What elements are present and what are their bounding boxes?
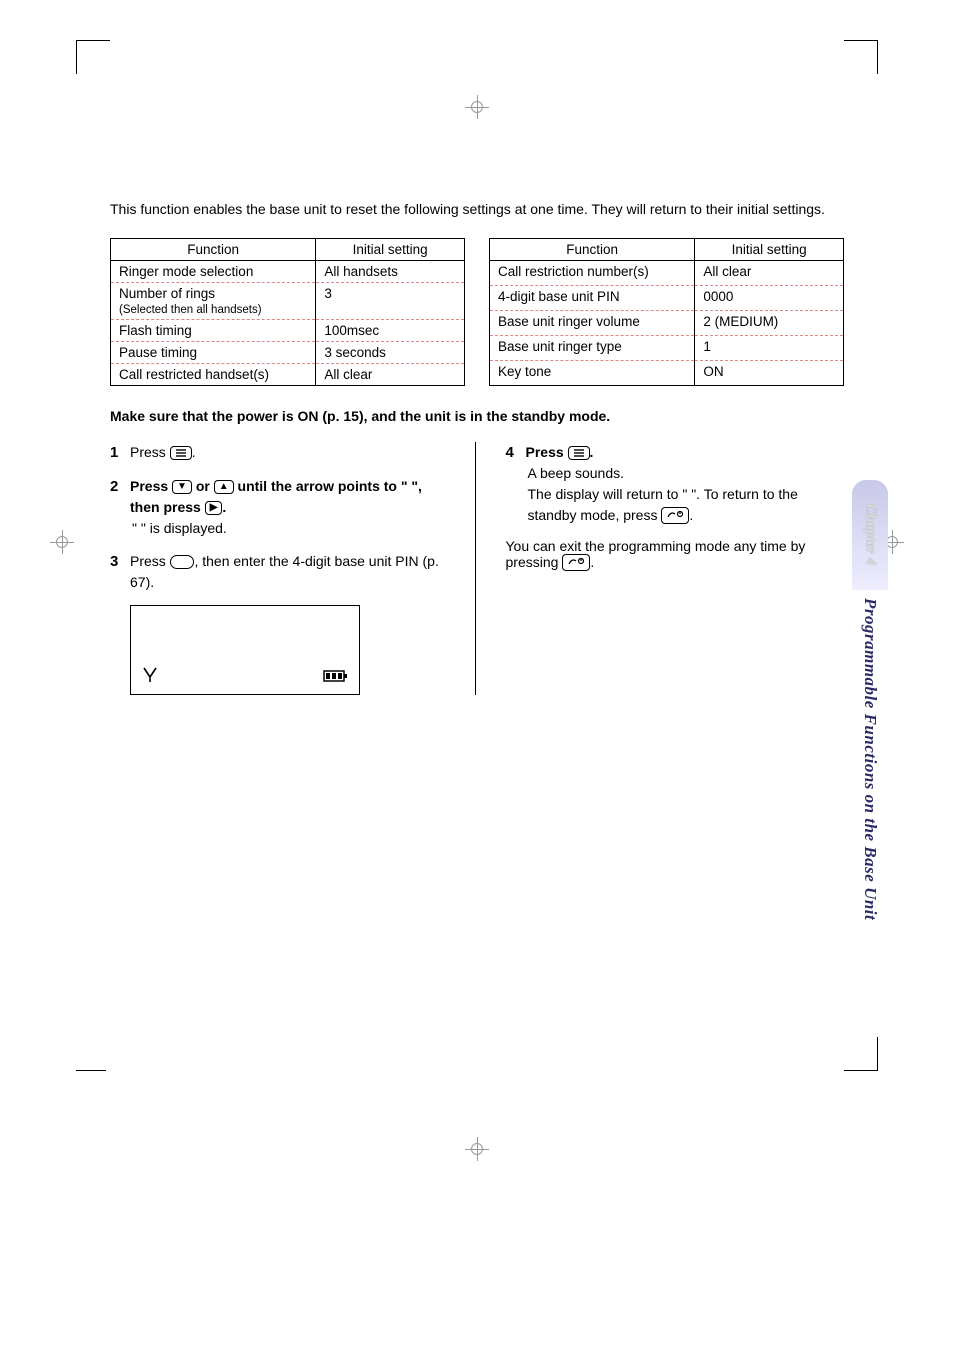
- step-text: Press .: [130, 442, 449, 465]
- table-header-function: Function: [111, 238, 316, 260]
- text: until the arrow points to ": [238, 478, 408, 494]
- settings-table-left: Function Initial setting Ringer mode sel…: [110, 238, 465, 386]
- table-row: Number of rings (Selected then all hands…: [111, 282, 465, 319]
- text: .: [590, 554, 594, 570]
- text: Press: [130, 553, 170, 569]
- battery-icon: [323, 669, 349, 686]
- table-cell: 100msec: [316, 319, 465, 341]
- text: or: [196, 478, 214, 494]
- step-text: Press ▼ or ▲ until the arrow points to "…: [130, 476, 449, 539]
- table-header-initial: Initial setting: [695, 238, 844, 260]
- table-cell: Key tone: [490, 360, 695, 385]
- registration-mark-bottom: [465, 1137, 489, 1161]
- table-cell-subtext: (Selected then all handsets): [119, 304, 262, 316]
- down-button-icon: ▼: [172, 480, 192, 494]
- text: .: [222, 499, 226, 515]
- exit-note: You can exit the programming mode any ti…: [506, 538, 845, 572]
- registration-mark-top: [465, 95, 489, 119]
- table-header-function: Function: [490, 238, 695, 260]
- up-button-icon: ▲: [214, 480, 234, 494]
- crop-mark-br: [844, 1037, 878, 1071]
- steps-column-right: 4 Press . A beep sounds. The display wil…: [506, 442, 845, 696]
- text: ": [132, 520, 137, 536]
- intro-paragraph: This function enables the base unit to r…: [110, 200, 844, 220]
- step-1: 1 Press .: [110, 442, 449, 465]
- step-number: 4: [506, 442, 526, 526]
- table-row: Ringer mode selection All handsets: [111, 260, 465, 282]
- menu-button-icon: [170, 446, 192, 460]
- table-cell: 2 (MEDIUM): [695, 310, 844, 335]
- table-cell: Ringer mode selection: [111, 260, 316, 282]
- crop-mark-bl: [76, 1070, 106, 1071]
- registration-mark-left: [50, 530, 74, 554]
- table-cell: Number of rings (Selected then all hands…: [111, 282, 316, 319]
- table-cell: All handsets: [316, 260, 465, 282]
- step-subtext: The display will return to " ". To retur…: [526, 484, 845, 526]
- menu-button-icon: [568, 446, 590, 460]
- sidebar: Chapter 4 Programmable Functions on the …: [852, 480, 888, 920]
- text: .: [192, 444, 196, 460]
- step-number: 3: [110, 551, 130, 593]
- step-2: 2 Press ▼ or ▲ until the arrow points to…: [110, 476, 449, 539]
- crop-mark-tr: [844, 40, 878, 74]
- table-cell: ON: [695, 360, 844, 385]
- table-cell: 0000: [695, 285, 844, 310]
- crop-mark-tl: [76, 40, 110, 74]
- step-number: 1: [110, 442, 130, 465]
- step-text: Press , then enter the 4-digit base unit…: [130, 551, 449, 593]
- text: You can exit the programming mode any ti…: [506, 538, 806, 570]
- table-row: Call restricted handset(s) All clear: [111, 363, 465, 385]
- settings-tables: Function Initial setting Ringer mode sel…: [110, 238, 844, 386]
- table-cell: 4-digit base unit PIN: [490, 285, 695, 310]
- right-button-icon: ▶: [205, 501, 223, 515]
- power-off-button-icon: [562, 554, 590, 571]
- table-row: Key tone ON: [490, 360, 844, 385]
- text: .: [590, 444, 594, 460]
- power-off-button-icon: [661, 507, 689, 524]
- table-row: Pause timing 3 seconds: [111, 341, 465, 363]
- table-header-initial: Initial setting: [316, 238, 465, 260]
- table-cell: 3: [316, 282, 465, 319]
- step-4: 4 Press . A beep sounds. The display wil…: [506, 442, 845, 526]
- table-row: Flash timing 100msec: [111, 319, 465, 341]
- text: .: [689, 507, 693, 523]
- text: " is displayed.: [141, 520, 227, 536]
- chapter-tab: Chapter 4: [852, 480, 888, 590]
- text: The display will return to ": [528, 486, 688, 502]
- steps-column-left: 1 Press . 2 Press ▼ or ▲ until: [110, 442, 476, 696]
- table-cell: Call restricted handset(s): [111, 363, 316, 385]
- step-subtext: A beep sounds.: [526, 463, 845, 484]
- table-cell: Base unit ringer volume: [490, 310, 695, 335]
- sidebar-title: Programmable Functions on the Base Unit: [860, 598, 880, 920]
- step-number: 2: [110, 476, 130, 539]
- step-text: Press . A beep sounds. The display will …: [526, 442, 845, 526]
- table-cell: 3 seconds: [316, 341, 465, 363]
- text: Press: [526, 444, 568, 460]
- table-row: 4-digit base unit PIN 0000: [490, 285, 844, 310]
- text: Press: [130, 478, 172, 494]
- soft-button-icon: [170, 555, 195, 569]
- table-row: Base unit ringer volume 2 (MEDIUM): [490, 310, 844, 335]
- table-row: Base unit ringer type 1: [490, 335, 844, 360]
- text: Press: [130, 444, 170, 460]
- step-3: 3 Press , then enter the 4-digit base un…: [110, 551, 449, 593]
- table-cell: All clear: [316, 363, 465, 385]
- table-cell: Pause timing: [111, 341, 316, 363]
- table-cell: All clear: [695, 260, 844, 285]
- table-cell: Call restriction number(s): [490, 260, 695, 285]
- table-row: Call restriction number(s) All clear: [490, 260, 844, 285]
- instruction-heading: Make sure that the power is ON (p. 15), …: [110, 408, 844, 424]
- table-cell: Base unit ringer type: [490, 335, 695, 360]
- table-cell: 1: [695, 335, 844, 360]
- table-cell: Flash timing: [111, 319, 316, 341]
- settings-table-right: Function Initial setting Call restrictio…: [489, 238, 844, 386]
- antenna-icon: [141, 665, 159, 686]
- lcd-display: [130, 605, 360, 695]
- table-cell-text: Number of rings: [119, 286, 215, 301]
